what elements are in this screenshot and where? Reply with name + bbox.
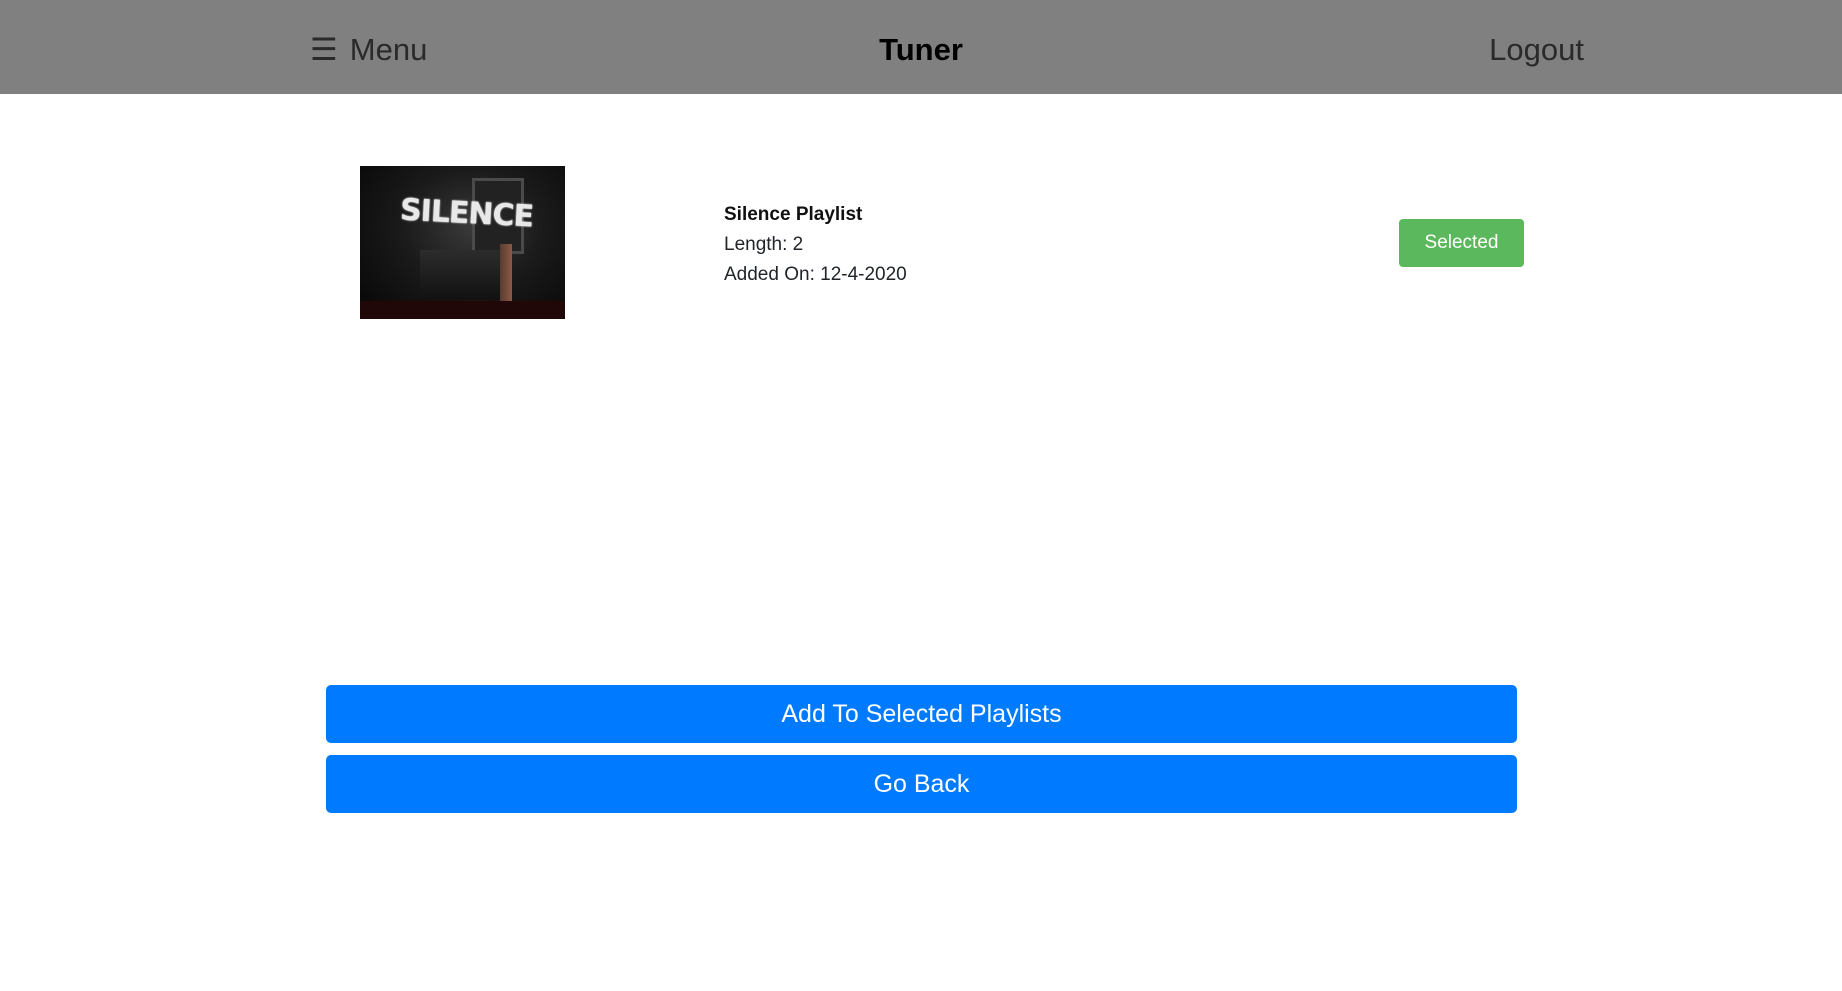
- playlist-name: Silence Playlist: [724, 204, 863, 225]
- hamburger-icon: ☰: [310, 32, 338, 67]
- playlist-added-date: Added On: 12-4-2020: [724, 264, 907, 285]
- playlist-info: Silence Playlist Length: 2 Added On: 12-…: [724, 200, 907, 290]
- chair-shape: [420, 250, 500, 300]
- add-to-selected-playlists-button[interactable]: Add To Selected Playlists: [326, 685, 1517, 743]
- thumbnail-title: SILENCE: [399, 192, 534, 235]
- top-navbar: ☰ Menu Tuner Logout: [0, 0, 1842, 94]
- floor-shape: [360, 301, 565, 319]
- playlist-thumbnail: SILENCE: [360, 166, 565, 319]
- pillar-shape: [500, 244, 512, 308]
- logout-link[interactable]: Logout: [1489, 28, 1584, 72]
- go-back-button[interactable]: Go Back: [326, 755, 1517, 813]
- menu-button[interactable]: ☰ Menu: [310, 28, 427, 72]
- playlist-row: SILENCE Silence Playlist Length: 2 Added…: [326, 150, 1524, 330]
- playlist-length: Length: 2: [724, 234, 804, 255]
- selected-toggle-button[interactable]: Selected: [1399, 219, 1524, 267]
- menu-label: Menu: [349, 32, 428, 67]
